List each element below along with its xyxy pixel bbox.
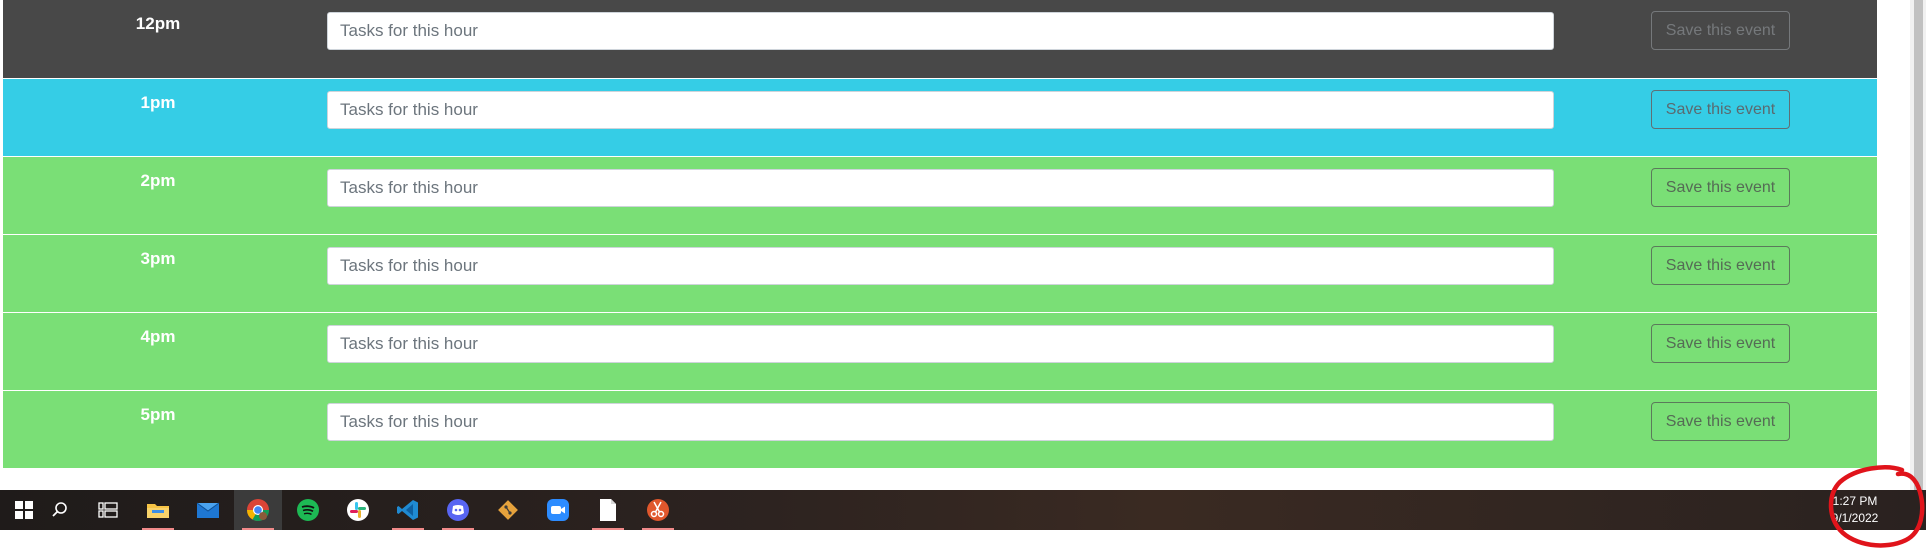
system-clock[interactable]: 1:27 PM 9/1/2022 [1810, 490, 1900, 530]
task-input-3pm[interactable] [327, 247, 1554, 285]
task-input-1pm[interactable] [327, 91, 1554, 129]
save-button-12pm[interactable]: Save this event [1651, 11, 1790, 50]
taskbar: 1:27 PM 9/1/2022 [0, 490, 1926, 530]
hour-row-3pm: 3pm Save this event [3, 235, 1877, 313]
search-icon[interactable] [36, 490, 84, 530]
save-button-5pm[interactable]: Save this event [1651, 402, 1790, 441]
notepad-icon[interactable] [584, 490, 632, 530]
scrollbar-thumb[interactable] [1914, 0, 1923, 490]
hour-row-2pm: 2pm Save this event [3, 157, 1877, 235]
save-button-3pm[interactable]: Save this event [1651, 246, 1790, 285]
spotify-icon[interactable] [284, 490, 332, 530]
hour-label: 3pm [140, 249, 176, 268]
clock-date: 9/1/2022 [1831, 511, 1879, 525]
hour-row-1pm: 1pm Save this event [3, 79, 1877, 157]
zoom-icon[interactable] [534, 490, 582, 530]
mail-icon[interactable] [184, 490, 232, 530]
below-taskbar-area [0, 530, 1926, 555]
clock-time: 1:27 PM [1832, 494, 1878, 508]
task-input-2pm[interactable] [327, 169, 1554, 207]
task-input-12pm[interactable] [327, 12, 1554, 50]
task-input-4pm[interactable] [327, 325, 1554, 363]
hour-label: 4pm [140, 327, 176, 346]
hour-label: 5pm [140, 405, 176, 424]
hour-label: 12pm [135, 14, 181, 33]
screen: 12pm Save this event 1pm Save this event… [0, 0, 1926, 555]
git-icon[interactable] [484, 490, 532, 530]
save-button-1pm[interactable]: Save this event [1651, 90, 1790, 129]
slack-icon[interactable] [334, 490, 382, 530]
hour-row-5pm: 5pm Save this event [3, 391, 1877, 469]
hour-row-4pm: 4pm Save this event [3, 313, 1877, 391]
snipping-tool-icon[interactable] [634, 490, 682, 530]
file-explorer-icon[interactable] [134, 490, 182, 530]
task-input-5pm[interactable] [327, 403, 1554, 441]
save-button-4pm[interactable]: Save this event [1651, 324, 1790, 363]
hour-label: 2pm [140, 171, 176, 190]
hour-row-12pm: 12pm Save this event [3, 0, 1877, 79]
hour-label: 1pm [140, 93, 176, 112]
save-button-2pm[interactable]: Save this event [1651, 168, 1790, 207]
chrome-icon[interactable] [234, 490, 282, 530]
schedule-rows: 12pm Save this event 1pm Save this event… [3, 0, 1877, 469]
task-view-icon[interactable] [84, 490, 132, 530]
discord-icon[interactable] [434, 490, 482, 530]
vscode-icon[interactable] [384, 490, 432, 530]
